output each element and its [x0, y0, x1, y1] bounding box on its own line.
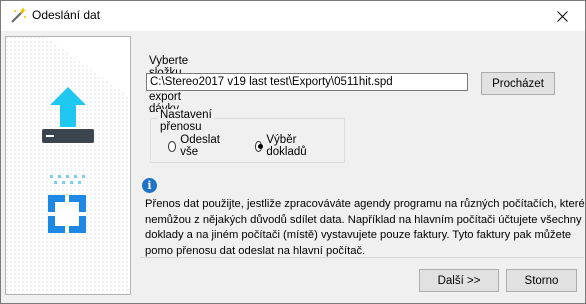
radio-send-all-indicator[interactable]	[168, 140, 177, 152]
radio-select-documents[interactable]: Výběr dokladů	[255, 134, 310, 158]
magic-wand-icon	[11, 7, 27, 23]
wizard-side-panel	[5, 36, 131, 295]
cancel-button[interactable]: Storno	[506, 269, 577, 292]
side-panel-graphic	[6, 37, 130, 294]
close-icon	[556, 10, 568, 22]
browse-button[interactable]: Procházet	[481, 72, 555, 95]
info-icon: i	[142, 178, 157, 193]
footer-separator	[140, 257, 584, 258]
transfer-settings-legend: Nastavení přenosu	[158, 109, 214, 133]
info-text: Přenos dat použijte, jestliže zpracovává…	[145, 198, 585, 257]
next-button[interactable]: Další >>	[419, 269, 499, 292]
radio-send-all[interactable]: Odeslat vše	[168, 134, 223, 158]
radio-select-documents-indicator[interactable]	[255, 140, 264, 152]
radio-select-documents-label: Výběr dokladů	[266, 134, 307, 158]
close-button[interactable]	[539, 1, 585, 31]
title-bar: Odeslání dat	[1, 1, 585, 31]
export-path-input[interactable]	[146, 73, 468, 91]
frame-logo-icon	[48, 195, 86, 233]
radio-send-all-label: Odeslat vše	[180, 134, 220, 158]
window-title: Odeslání dat	[32, 8, 101, 22]
